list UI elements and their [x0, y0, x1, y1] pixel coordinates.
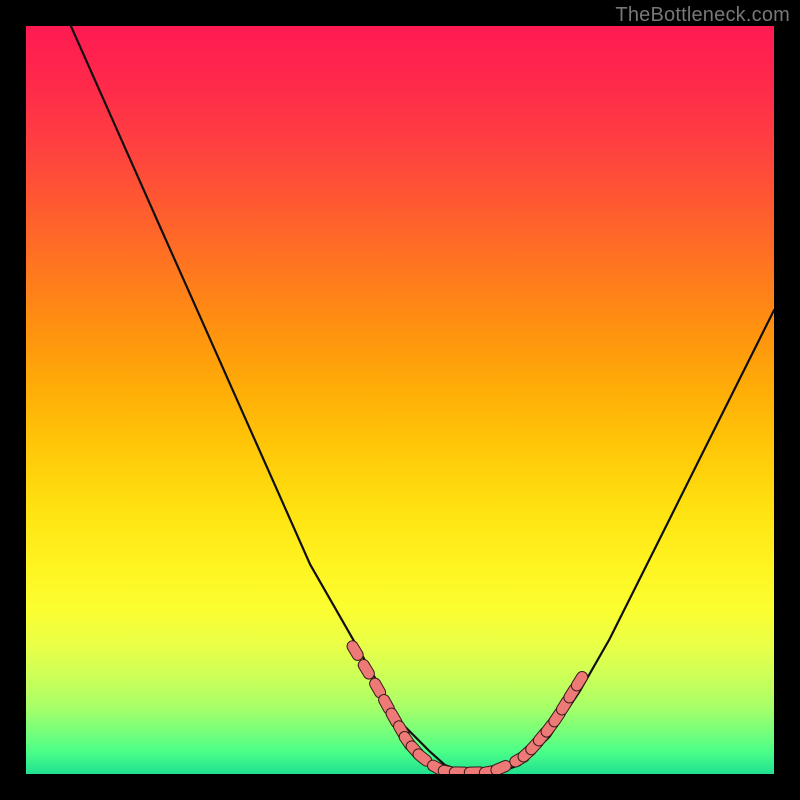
chart-frame: TheBottleneck.com	[0, 0, 800, 800]
bottleneck-curve	[71, 26, 774, 773]
chart-svg	[26, 26, 774, 774]
watermark-text: TheBottleneck.com	[615, 4, 790, 27]
data-marker	[489, 759, 513, 774]
data-marker	[356, 657, 376, 681]
data-marker	[345, 639, 365, 663]
plot-area	[26, 26, 774, 774]
data-markers	[345, 639, 590, 774]
